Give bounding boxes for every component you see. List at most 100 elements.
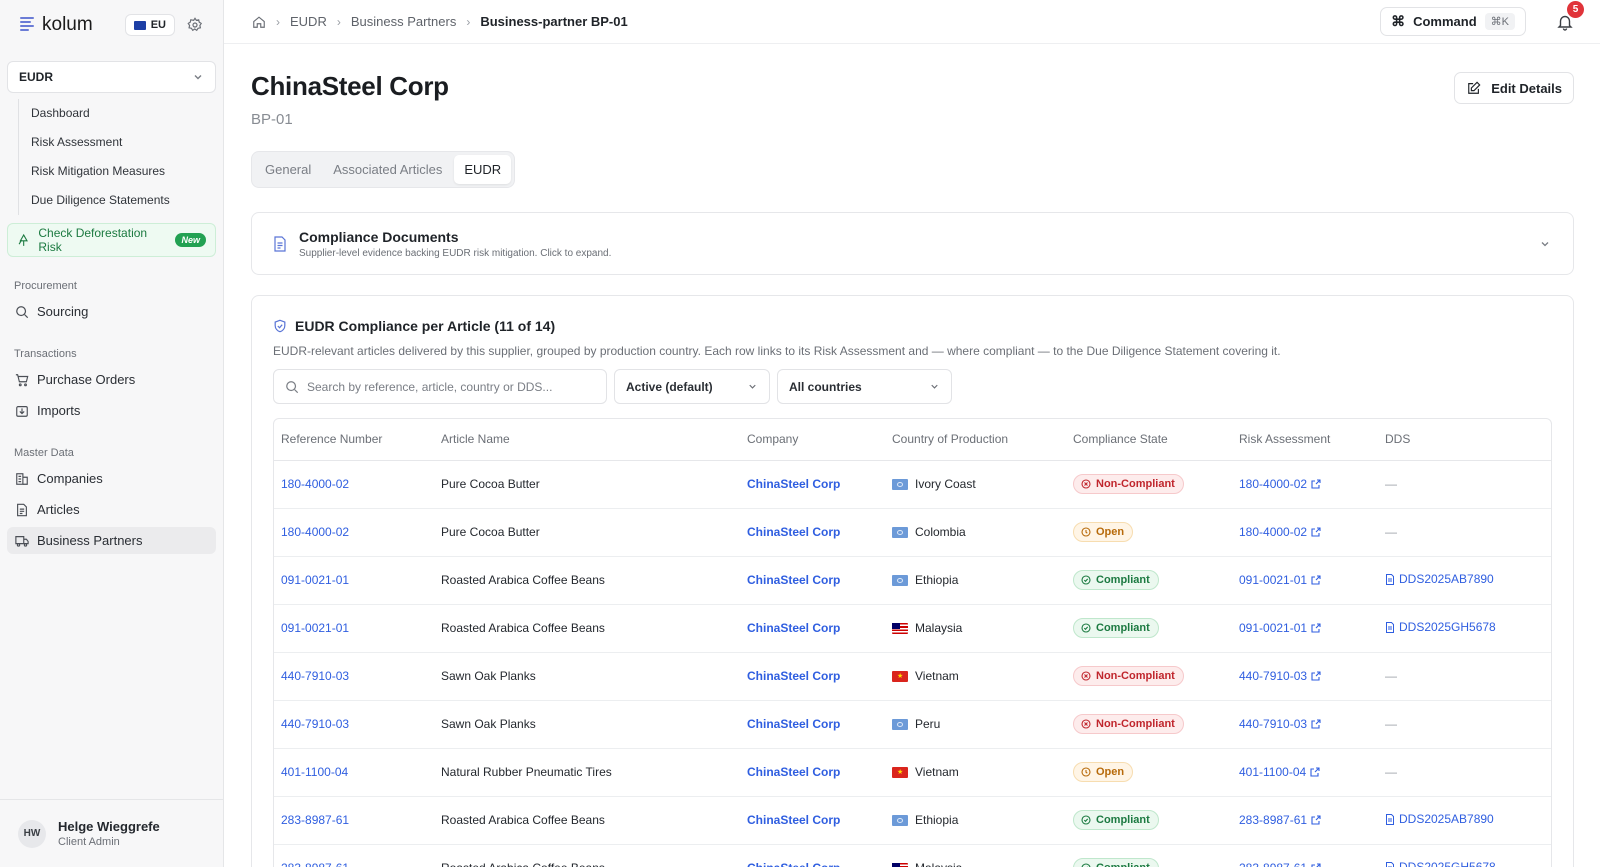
tab-general[interactable]: General bbox=[255, 155, 321, 184]
risk-assessment-link[interactable]: 180-4000-02 bbox=[1239, 525, 1321, 539]
table-row[interactable]: 401-1100-04 Natural Rubber Pneumatic Tire… bbox=[274, 748, 1551, 797]
reference-link[interactable]: 180-4000-02 bbox=[281, 477, 349, 491]
sidebar: kolum EU EUDR Dashboard Risk Assessment … bbox=[0, 0, 224, 867]
compliance-documents-panel[interactable]: Compliance Documents Supplier-level evid… bbox=[251, 212, 1574, 275]
status-filter-select[interactable]: Active (default) bbox=[614, 369, 770, 404]
reference-link[interactable]: 440-7910-03 bbox=[281, 669, 349, 683]
external-link-icon bbox=[1311, 863, 1321, 867]
table-row[interactable]: 180-4000-02 Pure Cocoa Butter ChinaSteel C… bbox=[274, 508, 1551, 557]
risk-assessment-link[interactable]: 091-0021-01 bbox=[1239, 621, 1321, 635]
column-header-article[interactable]: Article Name bbox=[434, 419, 740, 461]
company-link[interactable]: ChinaSteel Corp bbox=[747, 813, 840, 827]
subnav-item-risk-mitigation[interactable]: Risk Mitigation Measures bbox=[19, 157, 223, 186]
company-link[interactable]: ChinaSteel Corp bbox=[747, 765, 840, 779]
country-filter-select[interactable]: All countries bbox=[777, 369, 952, 404]
sidebar-item-purchase-orders[interactable]: Purchase Orders bbox=[7, 366, 216, 393]
country-cell: Ivory Coast bbox=[892, 477, 1066, 491]
column-header-company[interactable]: Company bbox=[740, 419, 885, 461]
deforestation-label: Check Deforestation Risk bbox=[38, 226, 148, 254]
page-title: ChinaSteel Corp bbox=[251, 71, 449, 101]
dds-link[interactable]: DDS2025GH5678 bbox=[1385, 620, 1496, 634]
table-row[interactable]: 283-8987-61 Roasted Arabica Coffee Beans C… bbox=[274, 796, 1551, 845]
column-header-risk-assessment[interactable]: Risk Assessment bbox=[1232, 419, 1378, 461]
company-link[interactable]: ChinaSteel Corp bbox=[747, 621, 840, 635]
external-link-icon bbox=[1311, 623, 1321, 633]
sidebar-item-business-partners[interactable]: Business Partners bbox=[7, 527, 216, 554]
company-link[interactable]: ChinaSteel Corp bbox=[747, 525, 840, 539]
check-deforestation-risk-button[interactable]: Check Deforestation Risk New bbox=[7, 223, 216, 257]
risk-assessment-link[interactable]: 091-0021-01 bbox=[1239, 573, 1321, 587]
tab-eudr[interactable]: EUDR bbox=[454, 155, 512, 184]
sidebar-item-articles[interactable]: Articles bbox=[7, 496, 216, 523]
compliance-documents-subtitle: Supplier-level evidence backing EUDR ris… bbox=[299, 247, 612, 259]
company-link[interactable]: ChinaSteel Corp bbox=[747, 861, 840, 867]
module-select[interactable]: EUDR bbox=[7, 61, 216, 93]
module-subnav: Dashboard Risk Assessment Risk Mitigatio… bbox=[18, 99, 223, 215]
notifications-button[interactable]: 5 bbox=[1556, 0, 1584, 31]
status-badge-label: Open bbox=[1096, 766, 1125, 778]
company-link[interactable]: ChinaSteel Corp bbox=[747, 477, 840, 491]
command-palette-button[interactable]: ⌘ Command ⌘K bbox=[1380, 7, 1526, 36]
table-row[interactable]: 180-4000-02 Pure Cocoa Butter ChinaSteel C… bbox=[274, 460, 1551, 509]
dds-link-label: DDS2025AB7890 bbox=[1399, 812, 1494, 827]
sidebar-item-companies[interactable]: Companies bbox=[7, 465, 216, 492]
reference-link[interactable]: 401-1100-04 bbox=[281, 765, 348, 779]
compliance-per-article-card: EUDR Compliance per Article (11 of 14) E… bbox=[251, 295, 1574, 867]
risk-assessment-link[interactable]: 283-8987-61 bbox=[1239, 813, 1321, 827]
section-label-transactions: Transactions bbox=[14, 348, 77, 360]
breadcrumb-item-business-partners[interactable]: Business Partners bbox=[351, 14, 457, 29]
status-badge-label: Non-Compliant bbox=[1096, 478, 1175, 490]
chevron-down-icon bbox=[749, 384, 756, 389]
notification-count-badge: 5 bbox=[1567, 0, 1584, 18]
user-profile[interactable]: HW Helge Wieggrefe Client Admin bbox=[0, 799, 223, 867]
risk-assessment-link[interactable]: 180-4000-02 bbox=[1239, 477, 1321, 491]
table-row[interactable]: 283-8987-61 Roasted Arabica Coffee Beans C… bbox=[274, 844, 1551, 867]
dds-empty: — bbox=[1385, 477, 1397, 491]
reference-link[interactable]: 440-7910-03 bbox=[281, 717, 349, 731]
region-switcher[interactable]: EU bbox=[124, 14, 175, 36]
home-icon[interactable] bbox=[252, 15, 266, 29]
sidebar-item-imports[interactable]: Imports bbox=[7, 397, 216, 424]
sidebar-item-sourcing[interactable]: Sourcing bbox=[7, 298, 216, 325]
table-row[interactable]: 091-0021-01 Roasted Arabica Coffee Beans C… bbox=[274, 556, 1551, 605]
external-link-icon bbox=[1311, 575, 1321, 585]
table-row[interactable]: 440-7910-03 Sawn Oak Planks ChinaSteel Cor… bbox=[274, 700, 1551, 749]
dds-link[interactable]: DDS2025AB7890 bbox=[1385, 812, 1494, 826]
tab-associated-articles[interactable]: Associated Articles bbox=[323, 155, 452, 184]
article-name: Roasted Arabica Coffee Beans bbox=[441, 573, 605, 587]
subnav-item-due-diligence[interactable]: Due Diligence Statements bbox=[19, 186, 223, 215]
search-input[interactable] bbox=[307, 379, 587, 394]
flag-placeholder-icon bbox=[892, 574, 908, 586]
gear-icon[interactable] bbox=[187, 17, 203, 33]
column-header-reference[interactable]: Reference Number bbox=[274, 419, 434, 461]
subnav-item-risk-assessment[interactable]: Risk Assessment bbox=[19, 128, 223, 157]
reference-link[interactable]: 091-0021-01 bbox=[281, 573, 349, 587]
reference-link[interactable]: 283-8987-61 bbox=[281, 813, 349, 827]
reference-link[interactable]: 091-0021-01 bbox=[281, 621, 349, 635]
column-header-dds[interactable]: DDS bbox=[1378, 419, 1551, 461]
dds-link[interactable]: DDS2025GH5678 bbox=[1385, 860, 1496, 867]
reference-link[interactable]: 180-4000-02 bbox=[281, 525, 349, 539]
table-row[interactable]: 091-0021-01 Roasted Arabica Coffee Beans C… bbox=[274, 604, 1551, 653]
company-link[interactable]: ChinaSteel Corp bbox=[747, 717, 840, 731]
reference-link[interactable]: 283-8987-61 bbox=[281, 861, 349, 867]
column-header-compliance-state[interactable]: Compliance State bbox=[1066, 419, 1232, 461]
dds-link[interactable]: DDS2025AB7890 bbox=[1385, 572, 1494, 586]
breadcrumb-item-eudr[interactable]: EUDR bbox=[290, 14, 327, 29]
column-header-country[interactable]: Country of Production bbox=[885, 419, 1066, 461]
risk-assessment-link[interactable]: 440-7910-03 bbox=[1239, 717, 1321, 731]
risk-assessment-label: 283-8987-61 bbox=[1239, 861, 1307, 867]
table-row[interactable]: 440-7910-03 Sawn Oak Planks ChinaSteel Cor… bbox=[274, 652, 1551, 701]
command-shortcut: ⌘K bbox=[1484, 13, 1515, 30]
risk-assessment-link[interactable]: 401-1100-04 bbox=[1239, 765, 1320, 779]
subnav-item-dashboard[interactable]: Dashboard bbox=[19, 99, 223, 128]
check-circle-icon bbox=[1081, 863, 1091, 867]
chevron-down-icon[interactable] bbox=[1539, 238, 1551, 250]
edit-details-button[interactable]: Edit Details bbox=[1454, 72, 1574, 104]
risk-assessment-link[interactable]: 283-8987-61 bbox=[1239, 861, 1321, 867]
article-name: Roasted Arabica Coffee Beans bbox=[441, 813, 605, 827]
company-link[interactable]: ChinaSteel Corp bbox=[747, 669, 840, 683]
logo[interactable]: kolum bbox=[20, 14, 93, 36]
risk-assessment-link[interactable]: 440-7910-03 bbox=[1239, 669, 1321, 683]
company-link[interactable]: ChinaSteel Corp bbox=[747, 573, 840, 587]
